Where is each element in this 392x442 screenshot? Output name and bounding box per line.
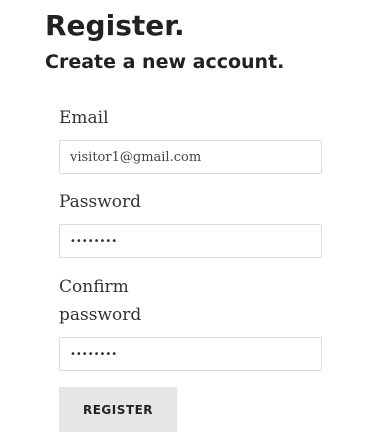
register-page: Register. Create a new account. Email Pa…	[0, 0, 392, 442]
password-label: Password	[59, 192, 142, 212]
email-field[interactable]	[59, 140, 322, 174]
email-label: Email	[59, 108, 109, 128]
page-title: Register.	[45, 9, 185, 42]
confirm-password-label-line1: Confirm	[59, 277, 129, 297]
confirm-password-field[interactable]	[59, 337, 322, 371]
register-button[interactable]: REGISTER	[59, 387, 177, 432]
password-field[interactable]	[59, 224, 322, 258]
page-subtitle: Create a new account.	[45, 51, 285, 73]
confirm-password-label-line2: password	[59, 305, 142, 325]
